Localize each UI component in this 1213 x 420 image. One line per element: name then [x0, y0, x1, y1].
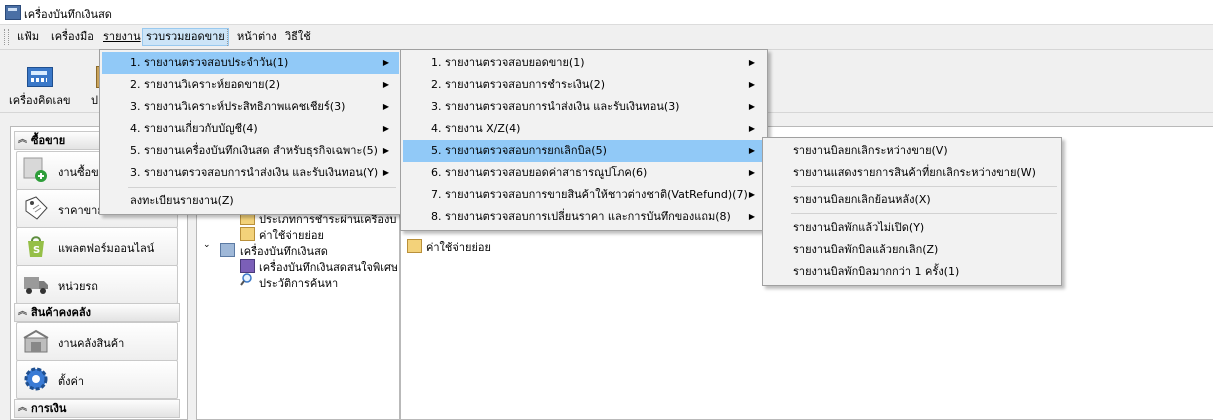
menu-item-xz-report[interactable]: 4. รายงาน X/Z(4) ▶	[403, 118, 765, 140]
warehouse-icon	[23, 328, 49, 354]
submenu-arrow-icon: ▶	[748, 80, 755, 89]
menu-item-cashier-analysis[interactable]: 3. รายงานวิเคราะห์ประสิทธิภาพแคชเชียร์(3…	[102, 96, 399, 118]
list-item[interactable]: ค่าใช้จ่ายย่อย	[426, 238, 491, 256]
menubar-grip[interactable]	[4, 29, 9, 45]
submenu-arrow-icon: ▶	[748, 124, 755, 133]
cancel-bill-submenu: รายงานบิลยกเลิกระหว่างขาย(V) รายงานแสดงร…	[762, 137, 1062, 286]
folder-icon	[407, 239, 422, 253]
submenu-arrow-icon: ▶	[382, 58, 389, 67]
window-title: เครื่องบันทึกเงินสด	[24, 8, 112, 21]
menu-item-cancel-bill-check[interactable]: 5. รายงานตรวจสอบการยกเลิกบิล(5) ▶	[403, 140, 765, 162]
menu-report[interactable]: รายงาน	[100, 29, 144, 45]
menu-window[interactable]: หน้าต่าง	[234, 29, 280, 45]
search-history-icon	[240, 273, 253, 286]
menu-item-vat-refund-check[interactable]: 7. รายงานตรวจสอบการขายสินค้าให้ชาวต่างชา…	[403, 184, 765, 206]
gear-icon	[23, 366, 49, 392]
submenu-arrow-icon: ▶	[748, 146, 755, 155]
daily-check-submenu: 1. รายงานตรวจสอบยอดขาย(1) ▶ 2. รายงานตรวจ…	[400, 49, 768, 231]
report-menu: 1. รายงานตรวจสอบประจำวัน(1) ▶ 2. รายงานวิ…	[99, 49, 402, 215]
menu-item-price-change-check[interactable]: 8. รายงานตรวจสอบการเปลี่ยนราคา และการบัน…	[403, 206, 765, 228]
menu-item-special-business[interactable]: 5. รายงานเครื่องบันทึกเงินสด สำหรับธุรกิ…	[102, 140, 399, 162]
menu-sales-summary[interactable]: รวบรวมยอดขาย	[142, 28, 229, 46]
submenu-arrow-icon: ▶	[748, 190, 755, 199]
menu-item-held-multiple[interactable]: รายงานบิลพักบิลมากกว่า 1 ครั้ง(1)	[765, 261, 1059, 283]
tree-item[interactable]: ประวัติการค้นหา	[259, 274, 338, 292]
app-icon	[5, 5, 21, 20]
menu-item-sales-analysis[interactable]: 2. รายงานวิเคราะห์ยอดขาย(2) ▶	[102, 74, 399, 96]
menu-separator	[791, 213, 1057, 214]
calculator-icon[interactable]	[27, 67, 53, 87]
nav-item-online-platform[interactable]: S แพลตฟอร์มออนไลน์	[16, 227, 178, 266]
submenu-arrow-icon: ▶	[382, 124, 389, 133]
sales-document-icon	[23, 157, 49, 183]
shopify-icon: S	[23, 233, 49, 259]
menu-file[interactable]: แฟ้ม	[14, 29, 42, 45]
nav-item-warehouse-work[interactable]: งานคลังสินค้า	[16, 322, 178, 361]
menu-item-utility-check[interactable]: 6. รายงานตรวจสอบยอดค่าสาธารณูปโภค(6) ▶	[403, 162, 765, 184]
calculator-button-label[interactable]: เครื่องคิดเลข	[9, 91, 71, 109]
menu-item-payment-check[interactable]: 2. รายงานตรวจสอบการชำระเงิน(2) ▶	[403, 74, 765, 96]
menu-item-cancel-during-sale[interactable]: รายงานบิลยกเลิกระหว่างขาย(V)	[765, 140, 1059, 162]
menu-item-remittance-check[interactable]: 3. รายงานตรวจสอบการนำส่งเงิน และรับเงินท…	[403, 96, 765, 118]
menu-item-held-then-cancelled[interactable]: รายงานบิลพักบิลแล้วยกเลิก(Z)	[765, 239, 1059, 261]
section-inventory[interactable]: ︽ สินค้าคงคลัง	[14, 303, 180, 322]
nav-item-settings[interactable]: ตั้งค่า	[16, 360, 178, 399]
menu-item-cancel-retroactive[interactable]: รายงานบิลยกเลิกย้อนหลัง(X)	[765, 189, 1059, 211]
title-bar: เครื่องบันทึกเงินสด	[0, 0, 1213, 25]
submenu-arrow-icon: ▶	[382, 146, 389, 155]
collapse-chevron-icon: ︽	[18, 307, 28, 317]
submenu-arrow-icon: ▶	[382, 102, 389, 111]
menu-separator	[791, 186, 1057, 187]
collapse-chevron-icon: ︽	[18, 403, 28, 413]
section-finance[interactable]: ︽ การเงิน	[14, 399, 180, 418]
truck-icon	[23, 271, 49, 297]
menu-separator	[128, 187, 396, 188]
cash-register-icon	[220, 243, 235, 257]
menu-help[interactable]: วิธีใช้	[282, 29, 314, 45]
menu-item-remittance[interactable]: 3. รายงานตรวจสอบการนำส่งเงิน และรับเงินท…	[102, 162, 399, 184]
submenu-arrow-icon: ▶	[382, 80, 389, 89]
price-tag-icon	[23, 195, 49, 221]
menu-item-cancelled-items[interactable]: รายงานแสดงรายการสินค้าที่ยกเลิกระหว่างขา…	[765, 162, 1059, 184]
menu-item-daily-check[interactable]: 1. รายงานตรวจสอบประจำวัน(1) ▶	[102, 52, 399, 74]
menu-item-accounting[interactable]: 4. รายงานเกี่ยวกับบัญชี(4) ▶	[102, 118, 399, 140]
menu-item-held-not-opened[interactable]: รายงานบิลพักแล้วไม่เปิด(Y)	[765, 217, 1059, 239]
menu-tools[interactable]: เครื่องมือ	[48, 29, 97, 45]
menu-item-register-report[interactable]: ลงทะเบียนรายงาน(Z)	[102, 190, 399, 212]
special-register-icon	[240, 259, 255, 273]
collapse-chevron-icon: ︽	[18, 135, 28, 145]
submenu-arrow-icon: ▶	[382, 168, 389, 177]
nav-item-delivery-unit[interactable]: หน่วยรถ	[16, 265, 178, 304]
submenu-arrow-icon: ▶	[748, 58, 755, 67]
submenu-arrow-icon: ▶	[748, 212, 755, 221]
menubar-separator	[227, 29, 229, 46]
svg-text:S: S	[33, 245, 40, 256]
submenu-arrow-icon: ▶	[748, 168, 755, 177]
expand-chevron-icon[interactable]: ⌄	[203, 240, 211, 250]
submenu-arrow-icon: ▶	[748, 102, 755, 111]
toolbar-button-label[interactable]: ป	[91, 91, 98, 109]
folder-icon	[240, 227, 255, 241]
menu-item-sales-check[interactable]: 1. รายงานตรวจสอบยอดขาย(1) ▶	[403, 52, 765, 74]
